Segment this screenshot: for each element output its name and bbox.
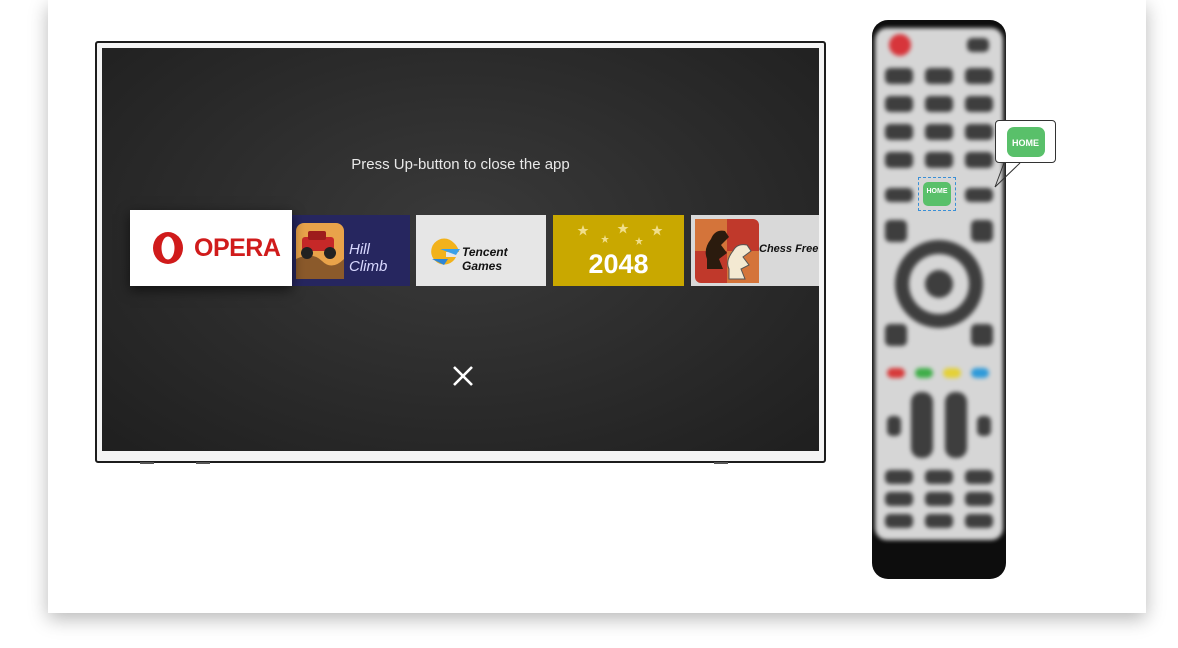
- remote-key[interactable]: [885, 96, 913, 112]
- app-tile-2048[interactable]: 2048: [553, 215, 684, 286]
- remote-key[interactable]: [925, 470, 953, 484]
- close-hint-text: Press Up-button to close the app: [351, 156, 570, 173]
- opera-logo-icon: [153, 232, 183, 264]
- remote-key[interactable]: [887, 416, 901, 436]
- remote-key[interactable]: [925, 514, 953, 528]
- channel-rocker[interactable]: [945, 392, 967, 458]
- ok-button[interactable]: [925, 270, 953, 298]
- remote-key[interactable]: [965, 152, 993, 168]
- remote-key[interactable]: [925, 492, 953, 506]
- remote-key[interactable]: [885, 124, 913, 140]
- yellow-key[interactable]: [943, 368, 961, 378]
- remote-key[interactable]: [925, 124, 953, 140]
- remote-key[interactable]: [965, 124, 993, 140]
- remote-key[interactable]: [965, 188, 993, 202]
- app-tile-row: Hill Climb OPERA Tencent Games 2048 Ches…: [102, 210, 819, 288]
- app-label-hill-climb: Hill Climb: [349, 241, 388, 275]
- home-button-label: HOME: [926, 188, 948, 195]
- green-key[interactable]: [915, 368, 933, 378]
- remote-key[interactable]: [965, 470, 993, 484]
- hill-climb-icon: [292, 215, 346, 286]
- remote-key[interactable]: [885, 220, 907, 242]
- tv-foot-right: [714, 462, 728, 464]
- tencent-logo-icon: [431, 238, 460, 265]
- remote-key[interactable]: [885, 514, 913, 528]
- home-callout-label: HOME: [1012, 138, 1039, 148]
- remote-key[interactable]: [977, 416, 991, 436]
- remote-key[interactable]: [971, 324, 993, 346]
- remote-face-blurred: [875, 28, 1003, 540]
- remote-key[interactable]: [965, 96, 993, 112]
- blue-key[interactable]: [971, 368, 989, 378]
- remote-key[interactable]: [885, 68, 913, 84]
- remote-key[interactable]: [925, 96, 953, 112]
- app-label-chess-free: Chess Free: [759, 243, 819, 255]
- remote-key[interactable]: [885, 492, 913, 506]
- power-button[interactable]: [889, 34, 911, 56]
- app-tile-tencent-games[interactable]: Tencent Games: [416, 215, 546, 286]
- home-callout: HOME: [995, 120, 1056, 163]
- remote-control: [872, 20, 1006, 579]
- tv-foot-left-2: [196, 462, 210, 464]
- home-button[interactable]: HOME: [918, 177, 956, 211]
- remote-key[interactable]: [967, 38, 989, 52]
- chess-knight-icon: [695, 219, 759, 283]
- remote-key[interactable]: [885, 324, 907, 346]
- remote-key[interactable]: [925, 68, 953, 84]
- tv-foot-left: [140, 462, 154, 464]
- remote-key[interactable]: [971, 220, 993, 242]
- close-x-icon[interactable]: [450, 363, 476, 389]
- remote-key[interactable]: [965, 68, 993, 84]
- app-label-2048: 2048: [588, 249, 649, 279]
- tv-screen: Press Up-button to close the app Hill Cl…: [102, 48, 819, 451]
- remote-key[interactable]: [885, 188, 913, 202]
- red-key[interactable]: [887, 368, 905, 378]
- remote-key[interactable]: [965, 514, 993, 528]
- app-tile-opera[interactable]: OPERA: [130, 210, 292, 286]
- app-tile-chess-free[interactable]: Chess Free: [691, 215, 819, 286]
- app-label-tencent-games: Tencent Games: [462, 245, 508, 273]
- remote-key[interactable]: [965, 492, 993, 506]
- volume-rocker[interactable]: [911, 392, 933, 458]
- remote-key[interactable]: [885, 152, 913, 168]
- stars-decoration-icon: [577, 223, 663, 245]
- app-tile-hill-climb[interactable]: Hill Climb: [292, 215, 410, 286]
- app-label-opera: OPERA: [194, 234, 281, 262]
- remote-key[interactable]: [925, 152, 953, 168]
- remote-key[interactable]: [885, 470, 913, 484]
